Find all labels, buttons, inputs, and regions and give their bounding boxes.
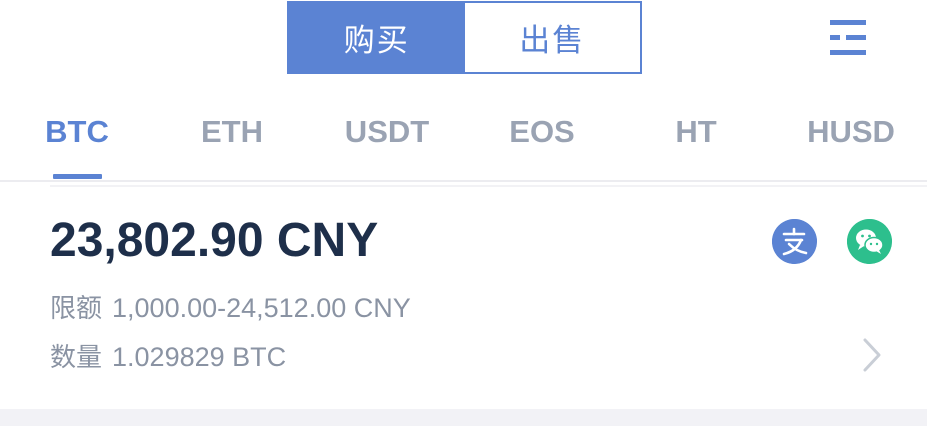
coin-tab-bar: BTC ETH USDT EOS HT HUSD (0, 100, 927, 180)
tab-eth[interactable]: ETH (201, 114, 263, 150)
tab-usdt[interactable]: USDT (345, 114, 429, 150)
p2p-trade-screen: 购买 出售 BTC ETH USDT EOS HT HUSD 23,802.90… (0, 0, 927, 426)
buy-sell-toggle: 购买 出售 (287, 1, 642, 74)
list-separator (0, 409, 927, 426)
alipay-icon (772, 219, 817, 264)
limit-row: 限额 1,000.00-24,512.00 CNY (50, 288, 411, 325)
quantity-label: 数量 (50, 343, 103, 373)
tab-btc[interactable]: BTC (45, 114, 109, 150)
offer-price: 23,802.90 CNY (50, 214, 379, 267)
active-tab-indicator (53, 174, 102, 179)
wechat-pay-icon (847, 219, 892, 264)
tab-husd[interactable]: HUSD (807, 114, 895, 150)
limit-label: 限额 (50, 294, 103, 324)
limit-value: 1,000.00-24,512.00 CNY (112, 293, 411, 323)
tab-ht[interactable]: HT (675, 114, 716, 150)
chevron-right-icon[interactable] (860, 337, 884, 373)
tab-divider (0, 180, 927, 182)
offer-card[interactable]: 23,802.90 CNY 限额 1,000.00-24,512.00 CNY 数… (0, 187, 927, 409)
sell-tab[interactable]: 出售 (465, 3, 641, 72)
buy-tab[interactable]: 购买 (289, 3, 465, 72)
menu-icon[interactable] (828, 19, 868, 57)
quantity-value: 1.029829 BTC (112, 342, 287, 372)
quantity-row: 数量 1.029829 BTC (50, 337, 286, 374)
tab-eos[interactable]: EOS (509, 114, 574, 150)
